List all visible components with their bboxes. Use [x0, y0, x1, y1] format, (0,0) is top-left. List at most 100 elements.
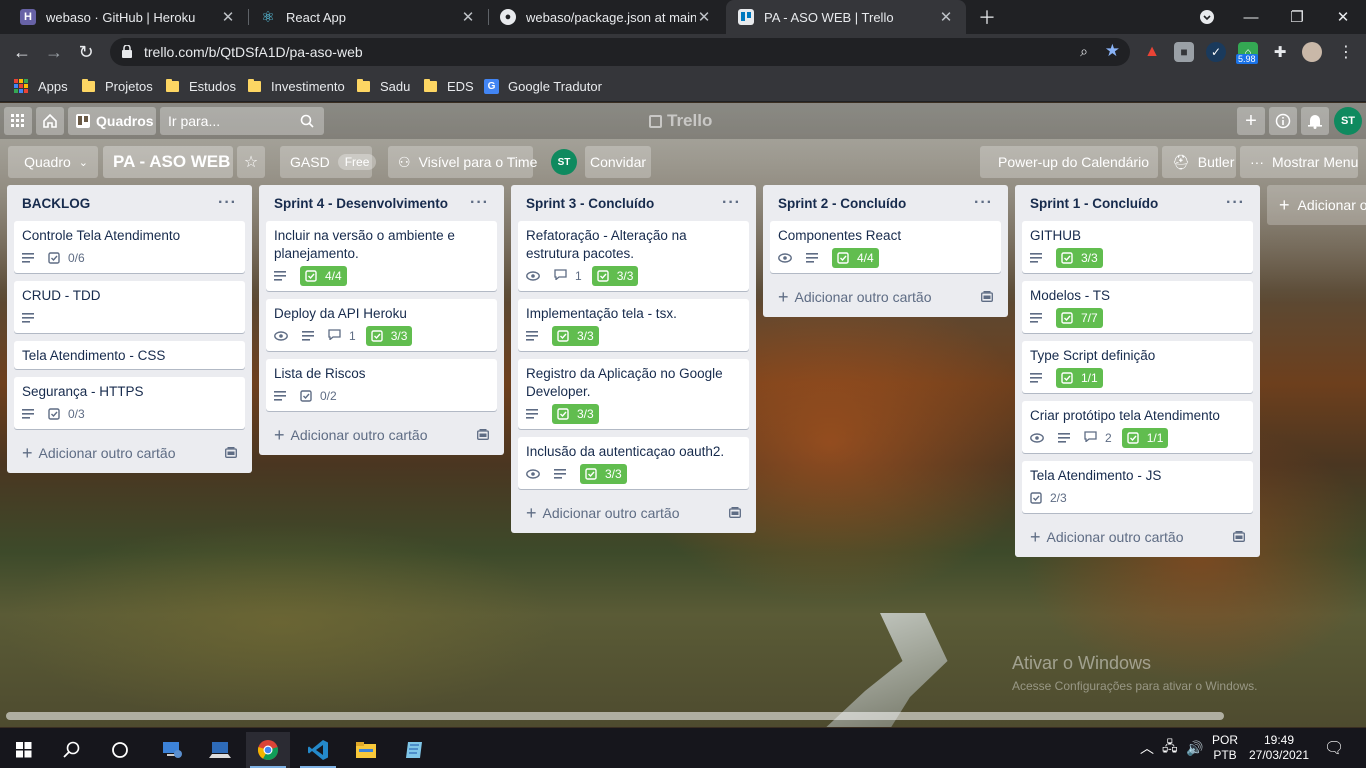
list-header[interactable]: Sprint 2 - Concluído ··· — [770, 185, 1001, 221]
card[interactable]: Criar protótipo tela Atendimento 2 1/1 — [1022, 401, 1253, 453]
address-bar[interactable]: trello.com/b/QtDSfA1D/pa-aso-web ⌕ ★ — [110, 38, 1130, 66]
extension-warning-icon[interactable]: ▲ — [1142, 42, 1162, 62]
bookmark-eds[interactable]: EDS — [424, 76, 474, 96]
search-icon[interactable] — [50, 732, 94, 768]
apps-switcher-icon[interactable] — [4, 107, 32, 135]
butler-button[interactable]: ⛑ Butler — [1162, 146, 1236, 178]
create-button[interactable]: + — [1237, 107, 1265, 135]
card[interactable]: Refatoração - Alteração na estrutura pac… — [518, 221, 749, 291]
add-card-button[interactable]: + Adicionar outro cartão — [14, 437, 245, 469]
add-card-button[interactable]: + Adicionar outro cartão — [518, 497, 749, 529]
member-avatar[interactable]: ST — [551, 149, 577, 175]
card[interactable]: Type Script definição 1/1 — [1022, 341, 1253, 393]
back-button[interactable]: ← — [8, 38, 36, 66]
extensions-puzzle-icon[interactable]: ✚ — [1270, 42, 1290, 62]
card-template-icon[interactable] — [729, 505, 741, 521]
bookmark-google-tradutor[interactable]: G Google Tradutor — [484, 76, 602, 96]
home-icon[interactable] — [36, 107, 64, 135]
add-card-button[interactable]: + Adicionar outro cartão — [770, 281, 1001, 313]
add-list-button[interactable]: + Adicionar ou — [1267, 185, 1366, 225]
list-menu-icon[interactable]: ··· — [722, 194, 741, 212]
card[interactable]: Inclusão da autenticaçao oauth2. 3/3 — [518, 437, 749, 489]
list-menu-icon[interactable]: ··· — [470, 194, 489, 212]
new-tab-button[interactable]: ＋ — [973, 3, 1001, 31]
invite-button[interactable]: Convidar — [585, 146, 651, 178]
bookmark-sadu[interactable]: Sadu — [357, 76, 410, 96]
tab-search-icon[interactable] — [1193, 3, 1221, 31]
forward-button[interactable]: → — [40, 38, 68, 66]
board-title[interactable]: PA - ASO WEB — [103, 146, 233, 178]
card[interactable]: CRUD - TDD — [14, 281, 245, 333]
card[interactable]: Controle Tela Atendimento 0/6 — [14, 221, 245, 273]
volume-icon[interactable]: 🔊 — [1186, 728, 1203, 768]
team-button[interactable]: GASD Free — [280, 146, 377, 178]
list-menu-icon[interactable]: ··· — [218, 194, 237, 212]
info-icon[interactable] — [1269, 107, 1297, 135]
card-template-icon[interactable] — [981, 289, 993, 305]
bookmark-star-icon[interactable]: ★ — [1105, 41, 1120, 61]
visibility-button[interactable]: ⚇ Visível para o Time — [388, 146, 537, 178]
action-center-icon[interactable]: 🗨 — [1324, 728, 1344, 768]
card[interactable]: Implementação tela - tsx. 3/3 — [518, 299, 749, 351]
bookmark-apps[interactable]: Apps — [14, 76, 68, 96]
profile-avatar[interactable] — [1302, 42, 1322, 62]
list-title[interactable]: Sprint 1 - Concluído — [1030, 196, 1158, 211]
remote-desktop-icon[interactable] — [150, 732, 194, 768]
card[interactable]: Lista de Riscos 0/2 — [266, 359, 497, 411]
file-transfer-icon[interactable] — [198, 732, 242, 768]
card[interactable]: GITHUB 3/3 — [1022, 221, 1253, 273]
search-input[interactable]: Ir para... — [160, 107, 324, 135]
card-template-icon[interactable] — [477, 427, 489, 443]
list-menu-icon[interactable]: ··· — [974, 194, 993, 212]
card-template-icon[interactable] — [225, 445, 237, 461]
card[interactable]: Componentes React 4/4 — [770, 221, 1001, 273]
tab-react-app[interactable]: ⚛ React App ✕ — [248, 0, 488, 34]
card[interactable]: Modelos - TS 7/7 — [1022, 281, 1253, 333]
bookmark-estudos[interactable]: Estudos — [166, 76, 236, 96]
board-view-switcher[interactable]: Quadro ⌄ — [8, 146, 98, 178]
notifications-bell-icon[interactable] — [1301, 107, 1329, 135]
close-window-button[interactable]: ✕ — [1320, 0, 1366, 34]
card[interactable]: Tela Atendimento - CSS — [14, 341, 245, 369]
restore-button[interactable]: ❐ — [1274, 0, 1320, 34]
list-header[interactable]: BACKLOG ··· — [14, 185, 245, 221]
close-tab-icon[interactable]: ✕ — [220, 8, 236, 26]
minimize-button[interactable]: — — [1228, 0, 1274, 34]
close-tab-icon[interactable]: ✕ — [938, 8, 954, 26]
tab-heroku[interactable]: H webaso · GitHub | Heroku ✕ — [8, 0, 248, 34]
card[interactable]: Incluir na versão o ambiente e planejame… — [266, 221, 497, 291]
list-title[interactable]: Sprint 2 - Concluído — [778, 196, 906, 211]
vscode-icon[interactable] — [296, 732, 340, 768]
close-tab-icon[interactable]: ✕ — [460, 8, 476, 26]
list-title[interactable]: Sprint 3 - Concluído — [526, 196, 654, 211]
list-header[interactable]: Sprint 3 - Concluído ··· — [518, 185, 749, 221]
network-icon[interactable]: 🖧 — [1162, 728, 1178, 768]
horizontal-scrollbar[interactable] — [6, 712, 1224, 720]
tab-trello[interactable]: PA - ASO WEB | Trello ✕ — [726, 0, 966, 34]
chrome-menu-icon[interactable]: ⋮ — [1336, 42, 1356, 62]
list-menu-icon[interactable]: ··· — [1226, 194, 1245, 212]
show-hidden-icons[interactable]: ︿ — [1140, 728, 1154, 768]
user-avatar[interactable]: ST — [1334, 107, 1362, 135]
extension-green-icon[interactable]: ⌂ 5.98 — [1236, 42, 1258, 64]
close-tab-icon[interactable]: ✕ — [696, 8, 712, 26]
add-card-button[interactable]: + Adicionar outro cartão — [266, 419, 497, 451]
language-indicator[interactable]: POR PTB — [1212, 728, 1238, 768]
card[interactable]: Deploy da API Heroku 1 3/3 — [266, 299, 497, 351]
star-board-icon[interactable]: ☆ — [237, 146, 265, 178]
extension-gray-icon[interactable]: ■ — [1174, 42, 1194, 62]
bookmark-projetos[interactable]: Projetos — [82, 76, 153, 96]
card[interactable]: Registro da Aplicação no Google Develope… — [518, 359, 749, 429]
extension-check-icon[interactable]: ✓ — [1206, 42, 1226, 62]
reload-button[interactable]: ↻ — [72, 38, 100, 66]
card[interactable]: Tela Atendimento - JS 2/3 — [1022, 461, 1253, 513]
bookmark-investimento[interactable]: Investimento — [248, 76, 345, 96]
card-template-icon[interactable] — [1233, 529, 1245, 545]
tab-github[interactable]: ● webaso/package.json at main · sa ✕ — [488, 0, 724, 34]
card[interactable]: Segurança - HTTPS 0/3 — [14, 377, 245, 429]
calendar-powerup-button[interactable]: Power-up do Calendário — [980, 146, 1158, 178]
list-title[interactable]: Sprint 4 - Desenvolvimento — [274, 196, 448, 211]
list-title[interactable]: BACKLOG — [22, 196, 90, 211]
task-view-icon[interactable] — [98, 732, 142, 768]
notes-app-icon[interactable] — [392, 732, 436, 768]
